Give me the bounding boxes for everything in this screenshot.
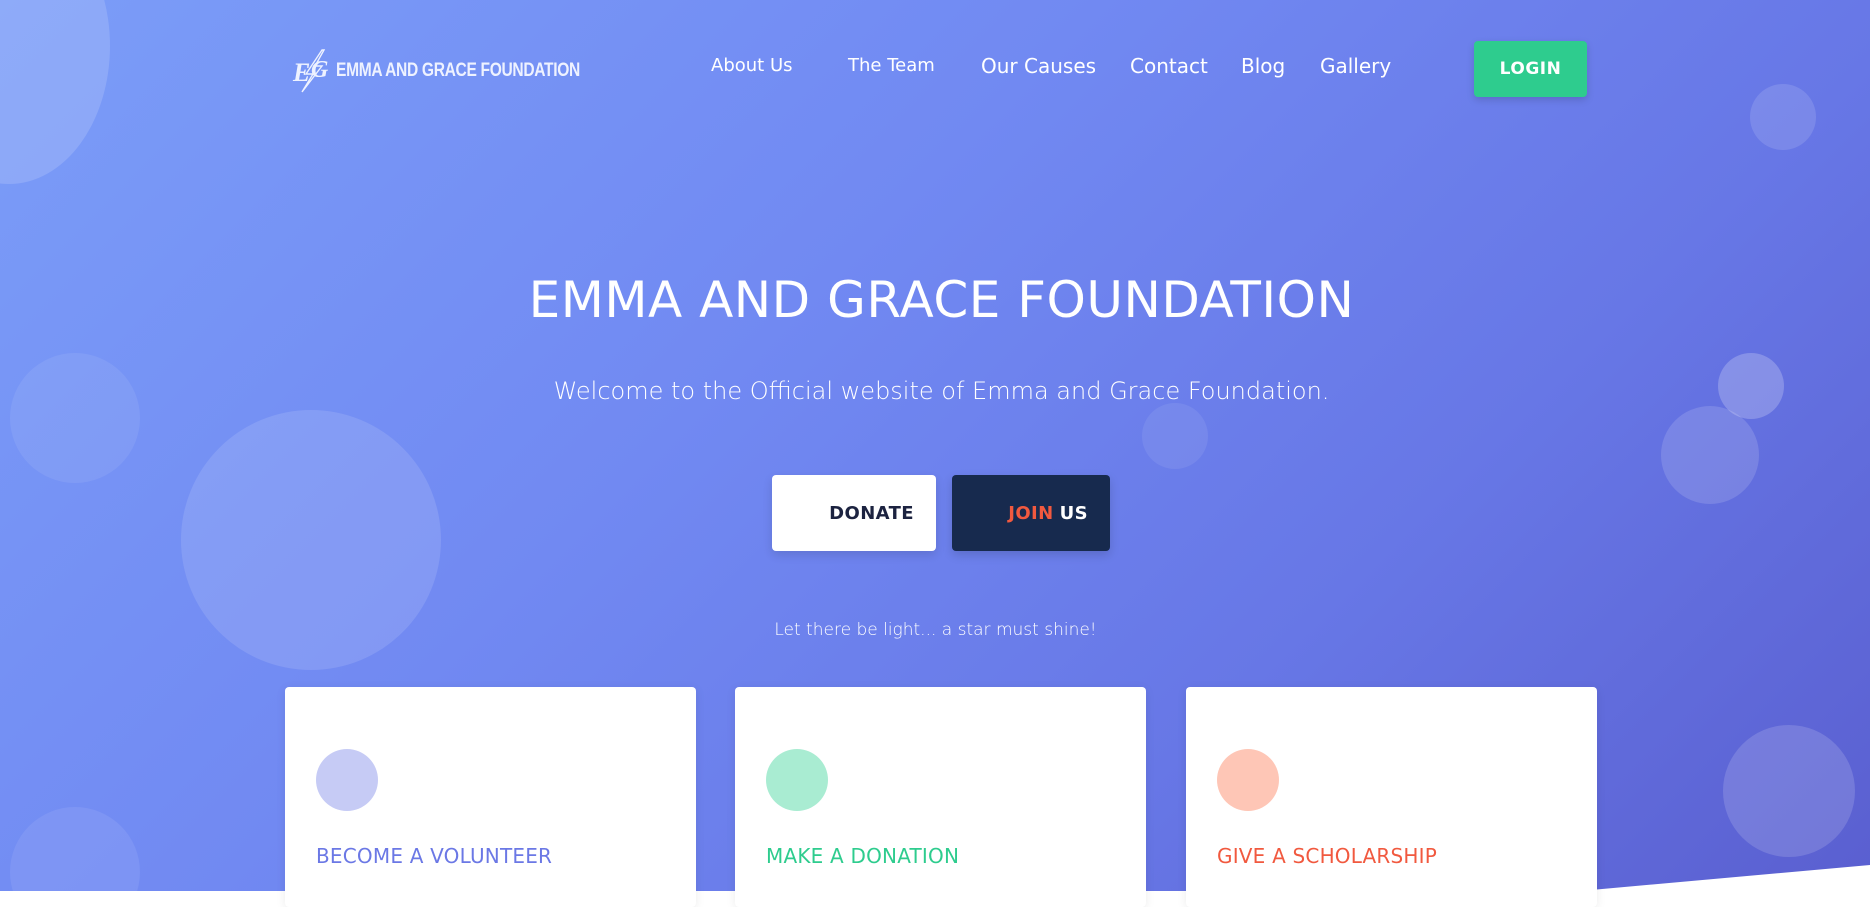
card-scholarship[interactable]: GIVE A SCHOLARSHIP bbox=[1186, 687, 1597, 907]
donate-button[interactable]: DONATE bbox=[772, 475, 936, 551]
join-label-rest: US bbox=[1059, 502, 1088, 524]
nav-link-blog[interactable]: Blog bbox=[1241, 52, 1285, 80]
svg-text:G: G bbox=[311, 57, 329, 83]
eg-lightning-logo-icon: E G bbox=[292, 49, 329, 93]
decorative-bubble bbox=[10, 807, 140, 891]
card-icon-circle bbox=[316, 749, 378, 811]
nav-link-our-causes[interactable]: Our Causes bbox=[981, 52, 1096, 80]
nav-link-contact[interactable]: Contact bbox=[1130, 52, 1208, 80]
brand-name: EMMA AND GRACE FOUNDATION bbox=[336, 60, 580, 81]
decorative-bubble bbox=[1661, 406, 1759, 504]
decorative-bubble bbox=[1750, 84, 1816, 150]
card-title: GIVE A SCHOLARSHIP bbox=[1217, 844, 1438, 868]
card-icon-circle bbox=[1217, 749, 1279, 811]
brand-logo[interactable]: E G EMMA AND GRACE FOUNDATION bbox=[292, 48, 634, 94]
decorative-bubble bbox=[0, 0, 110, 184]
decorative-bubble bbox=[1142, 403, 1208, 469]
card-volunteer[interactable]: BECOME A VOLUNTEER bbox=[285, 687, 696, 907]
nav-link-the-team[interactable]: The Team bbox=[848, 52, 935, 80]
join-label-accent: JOIN bbox=[1008, 502, 1054, 524]
card-title: MAKE A DONATION bbox=[766, 844, 960, 868]
login-button[interactable]: LOGIN bbox=[1474, 41, 1587, 97]
card-title: BECOME A VOLUNTEER bbox=[316, 844, 553, 868]
nav-link-about-us[interactable]: About Us bbox=[711, 52, 793, 80]
hero-tagline: Let there be light... a star must shine! bbox=[774, 620, 1097, 640]
nav-link-gallery[interactable]: Gallery bbox=[1320, 52, 1391, 80]
join-us-button[interactable]: JOIN US bbox=[952, 475, 1110, 551]
hero-subtitle: Welcome to the Official website of Emma … bbox=[553, 377, 1330, 405]
card-donation[interactable]: MAKE A DONATION bbox=[735, 687, 1146, 907]
decorative-bubble bbox=[10, 353, 140, 483]
decorative-bubble bbox=[1723, 725, 1855, 857]
card-icon-circle bbox=[766, 749, 828, 811]
hero-title: EMMA AND GRACE FOUNDATION bbox=[528, 271, 1355, 329]
